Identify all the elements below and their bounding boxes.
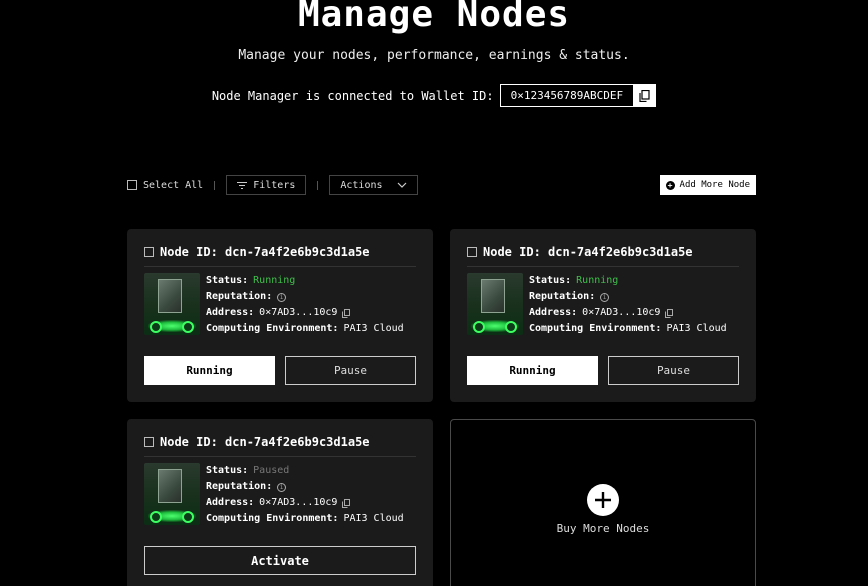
node-card: Node ID: dcn-7a4f2e6b9c3d1a5e Status: Pau… [127, 419, 433, 586]
address-value: 0×7AD3...10c9 [582, 307, 661, 318]
plus-icon: + [665, 180, 675, 190]
copy-wallet-button[interactable] [633, 85, 656, 106]
info-icon[interactable]: i [600, 292, 610, 302]
reputation-label: Reputation: [206, 481, 273, 492]
environment-value: PAI3 Cloud [343, 513, 404, 524]
environment-label: Computing Environment: [529, 323, 662, 334]
buy-more-nodes-card[interactable]: Buy More Nodes [450, 419, 756, 586]
select-all-label: Select All [143, 179, 204, 191]
node-card-header: Node ID: dcn-7a4f2e6b9c3d1a5e [144, 245, 370, 259]
node-image [467, 273, 523, 335]
page-title: Manage Nodes [297, 0, 571, 35]
filters-button[interactable]: Filters [226, 175, 307, 195]
environment-label: Computing Environment: [206, 323, 339, 334]
toolbar-divider [317, 180, 319, 190]
node-id: Node ID: dcn-7a4f2e6b9c3d1a5e [483, 245, 693, 259]
status-label: Status: [206, 275, 249, 286]
add-more-node-button[interactable]: + Add More Node [659, 175, 756, 195]
node-info: Status: Running Reputation: i Address: 0×7A… [206, 273, 404, 337]
node-info: Status: Running Reputation: i Address: 0×7A… [529, 273, 727, 337]
node-select-checkbox[interactable] [144, 247, 154, 257]
buy-more-nodes-label: Buy More Nodes [556, 521, 650, 535]
chevron-down-icon [397, 182, 406, 188]
filters-label: Filters [253, 179, 296, 191]
status-label: Status: [529, 275, 572, 286]
environment-value: PAI3 Cloud [666, 323, 727, 334]
actions-label: Actions [340, 179, 383, 191]
node-select-checkbox[interactable] [467, 247, 477, 257]
node-card-header: Node ID: dcn-7a4f2e6b9c3d1a5e [467, 245, 693, 259]
copy-icon [639, 89, 650, 102]
address-value: 0×7AD3...10c9 [259, 497, 338, 508]
status-value: Running [253, 275, 296, 286]
node-card-header: Node ID: dcn-7a4f2e6b9c3d1a5e [144, 435, 370, 449]
node-info: Status: Paused Reputation: i Address: 0×7AD… [206, 463, 404, 527]
wallet-id-box: 0×123456789ABCDEF [499, 84, 657, 107]
address-label: Address: [206, 307, 255, 318]
node-id: Node ID: dcn-7a4f2e6b9c3d1a5e [160, 245, 370, 259]
info-icon[interactable]: i [277, 292, 287, 302]
reputation-label: Reputation: [529, 291, 596, 302]
node-select-checkbox[interactable] [144, 437, 154, 447]
wallet-label: Node Manager is connected to Wallet ID: [211, 88, 494, 103]
select-all-box[interactable] [127, 180, 137, 190]
node-image [144, 273, 200, 335]
running-button[interactable]: Running [144, 356, 275, 385]
divider [144, 266, 416, 267]
reputation-label: Reputation: [206, 291, 273, 302]
activate-button[interactable]: Activate [144, 546, 416, 575]
environment-label: Computing Environment: [206, 513, 339, 524]
add-more-node-label: Add More Node [679, 180, 750, 190]
divider [144, 456, 416, 457]
divider [467, 266, 739, 267]
toolbar-divider [214, 180, 216, 190]
page-subtitle: Manage your nodes, performance, earnings… [238, 48, 630, 63]
copy-address-icon[interactable] [342, 308, 351, 318]
address-value: 0×7AD3...10c9 [259, 307, 338, 318]
address-label: Address: [529, 307, 578, 318]
copy-address-icon[interactable] [342, 498, 351, 508]
node-image [144, 463, 200, 525]
status-value: Paused [253, 465, 290, 476]
status-value: Running [576, 275, 619, 286]
node-card: Node ID: dcn-7a4f2e6b9c3d1a5e Status: Run… [127, 229, 433, 402]
pause-button[interactable]: Pause [285, 356, 416, 385]
environment-value: PAI3 Cloud [343, 323, 404, 334]
actions-dropdown[interactable]: Actions [329, 175, 418, 195]
info-icon[interactable]: i [277, 482, 287, 492]
node-card: Node ID: dcn-7a4f2e6b9c3d1a5e Status: Run… [450, 229, 756, 402]
node-id: Node ID: dcn-7a4f2e6b9c3d1a5e [160, 435, 370, 449]
copy-address-icon[interactable] [665, 308, 674, 318]
plus-circle-icon [587, 483, 619, 516]
select-all-checkbox[interactable]: Select All [127, 180, 203, 191]
toolbar: Select All Filters Actions + Add More No… [127, 175, 756, 195]
wallet-row: Node Manager is connected to Wallet ID: … [0, 84, 868, 107]
address-label: Address: [206, 497, 255, 508]
filter-icon [237, 181, 248, 189]
wallet-id: 0×123456789ABCDEF [510, 89, 624, 102]
pause-button[interactable]: Pause [608, 356, 739, 385]
status-label: Status: [206, 465, 249, 476]
running-button[interactable]: Running [467, 356, 598, 385]
